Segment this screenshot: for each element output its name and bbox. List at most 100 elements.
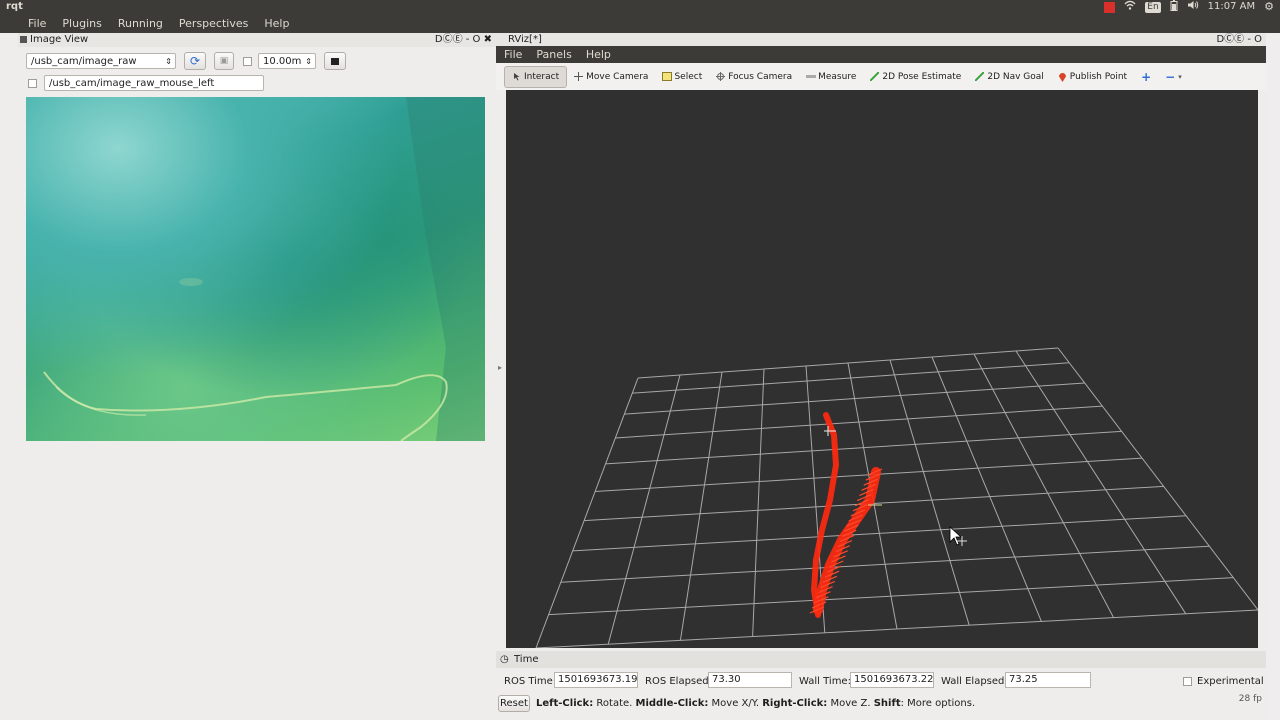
hint-middle-click-desc: Move X/Y. xyxy=(711,698,760,709)
tool-measure[interactable]: Measure xyxy=(799,66,863,88)
publish-point-icon xyxy=(1058,72,1067,82)
time-panel-titlebar[interactable]: ◷ Time xyxy=(496,651,1266,668)
pose-estimate-icon xyxy=(869,71,881,82)
color-scheme-icon xyxy=(331,57,339,65)
hint-right-click: Right-Click: xyxy=(762,698,828,709)
tool-2d-pose-estimate-label: 2D Pose Estimate xyxy=(882,71,962,82)
grid-line xyxy=(535,609,1258,648)
menu-running[interactable]: Running xyxy=(110,17,171,30)
move-camera-icon xyxy=(574,72,584,81)
settings-gear-icon[interactable]: ⚙ xyxy=(1264,1,1274,13)
color-scheme-button[interactable] xyxy=(324,52,346,70)
odometry-trajectory xyxy=(809,412,883,618)
tool-2d-pose-estimate[interactable]: 2D Pose Estimate xyxy=(863,66,968,88)
grid-line xyxy=(548,577,1234,616)
tool-2d-nav-goal-label: 2D Nav Goal xyxy=(987,71,1044,82)
mouse-hint-text: Left-Click: Rotate. Middle-Click: Move X… xyxy=(536,698,975,709)
image-view-panel: Image View DⒸⒺ - O ✖ /usb_cam/image_raw … xyxy=(18,33,496,720)
tool-move-camera[interactable]: Move Camera xyxy=(567,66,655,88)
volume-icon[interactable] xyxy=(1187,0,1199,14)
rviz-3d-viewport[interactable] xyxy=(506,90,1258,648)
record-indicator-icon[interactable] xyxy=(1104,1,1116,13)
rviz-scene xyxy=(535,347,1258,648)
tool-select[interactable]: Select xyxy=(655,66,709,88)
tool-publish-point[interactable]: Publish Point xyxy=(1051,66,1134,88)
spinbox-arrows-icon: ⇕ xyxy=(305,57,312,66)
splitter-handle-icon[interactable]: ▸ xyxy=(498,363,502,372)
clock-icon: ◷ xyxy=(500,654,509,665)
reset-button[interactable]: Reset xyxy=(498,695,530,712)
mouse-topic-field[interactable]: /usb_cam/image_raw_mouse_left xyxy=(44,75,264,91)
image-view-dock-titlebar[interactable]: Image View DⒸⒺ - O ✖ xyxy=(18,33,496,47)
rqt-menubar: File Plugins Running Perspectives Help xyxy=(0,14,1280,33)
wall-elapsed-label: Wall Elapsed: xyxy=(941,676,1008,687)
grid-line xyxy=(615,405,1103,439)
tool-move-camera-label: Move Camera xyxy=(586,71,649,82)
wall-time-field[interactable]: 1501693673.22 xyxy=(850,672,934,688)
rviz-menu-help[interactable]: Help xyxy=(579,48,618,61)
hint-left-click-desc: Rotate. xyxy=(596,698,633,709)
rviz-toolbar: Interact Move Camera Select Focus Camera… xyxy=(496,63,1266,90)
menu-file[interactable]: File xyxy=(0,17,54,30)
interact-icon xyxy=(512,72,521,81)
menu-perspectives[interactable]: Perspectives xyxy=(171,17,256,30)
save-icon: ▣ xyxy=(219,56,229,66)
image-view-dock-controls[interactable]: DⒸⒺ - O ✖ xyxy=(435,33,492,47)
hint-shift: Shift xyxy=(873,698,901,709)
image-topic-combo[interactable]: /usb_cam/image_raw ⇕ xyxy=(26,53,176,69)
rviz-menu-panels[interactable]: Panels xyxy=(529,48,578,61)
ros-elapsed-label: ROS Elapsed: xyxy=(645,676,712,687)
rviz-dock-controls[interactable]: DⒸⒺ - O xyxy=(1216,33,1262,47)
minus-icon: − xyxy=(1165,69,1176,84)
menu-plugins[interactable]: Plugins xyxy=(54,17,109,30)
time-panel-row: ROS Time: 1501693673.19 ROS Elapsed: 73.… xyxy=(496,670,1266,692)
rviz-panel: RViz[*] DⒸⒺ - O File Panels Help Interac… xyxy=(496,33,1266,720)
hint-middle-click: Middle-Click: xyxy=(635,698,709,709)
rviz-hint-row: Reset Left-Click: Rotate. Middle-Click: … xyxy=(496,692,1266,714)
rviz-menu-file[interactable]: File xyxy=(496,48,529,61)
keyboard-layout-indicator[interactable]: En xyxy=(1145,1,1161,13)
ros-time-field[interactable]: 1501693673.19 xyxy=(554,672,638,688)
menu-help[interactable]: Help xyxy=(256,17,297,30)
zoom-spinbox[interactable]: 10.00m ⇕ xyxy=(258,53,316,69)
wall-time-label: Wall Time: xyxy=(799,676,851,687)
grid-line xyxy=(605,430,1122,465)
app-title: rqt xyxy=(6,1,23,12)
focus-camera-icon xyxy=(716,72,726,81)
hint-colon: : xyxy=(900,698,904,709)
add-tool-button[interactable]: + xyxy=(1134,66,1158,88)
hint-shift-desc: More options. xyxy=(907,698,976,709)
tool-interact[interactable]: Interact xyxy=(504,65,568,88)
grid-line xyxy=(607,374,681,645)
remove-tool-button[interactable]: − ▾ xyxy=(1158,66,1189,88)
refresh-topics-button[interactable]: ⟳ xyxy=(184,52,206,70)
mouse-cursor-icon xyxy=(949,526,967,546)
ros-elapsed-field[interactable]: 73.30 xyxy=(708,672,792,688)
save-image-button[interactable]: ▣ xyxy=(214,52,234,70)
left-window-edge xyxy=(0,33,18,720)
hint-right-click-desc: Move Z. xyxy=(830,698,871,709)
tool-select-label: Select xyxy=(674,71,703,82)
plus-icon: + xyxy=(1141,69,1152,84)
tool-focus-camera[interactable]: Focus Camera xyxy=(709,66,799,88)
tool-2d-nav-goal[interactable]: 2D Nav Goal xyxy=(968,66,1050,88)
experimental-checkbox[interactable] xyxy=(1183,677,1192,686)
mouse-publish-checkbox[interactable] xyxy=(28,79,37,88)
rviz-title: RViz[*] xyxy=(508,34,542,45)
ros-time-label: ROS Time: xyxy=(504,676,557,687)
tool-interact-label: Interact xyxy=(524,71,560,82)
experimental-label: Experimental xyxy=(1197,676,1264,687)
wall-elapsed-field[interactable]: 73.25 xyxy=(1005,672,1091,688)
grid-line xyxy=(889,359,970,626)
ground-grid xyxy=(535,347,1258,648)
rviz-dock-titlebar[interactable]: RViz[*] DⒸⒺ - O xyxy=(496,33,1266,47)
image-topic-combo-value: /usb_cam/image_raw xyxy=(31,56,137,67)
clock-text[interactable]: 11:07 AM xyxy=(1208,1,1255,13)
refresh-icon: ⟳ xyxy=(189,54,201,68)
wifi-icon[interactable] xyxy=(1124,0,1136,14)
battery-icon[interactable] xyxy=(1170,0,1178,15)
zoom-checkbox[interactable] xyxy=(243,57,252,66)
camera-image[interactable] xyxy=(26,97,485,441)
dock-window-icon xyxy=(20,36,27,43)
combo-arrows-icon: ⇕ xyxy=(165,57,172,66)
